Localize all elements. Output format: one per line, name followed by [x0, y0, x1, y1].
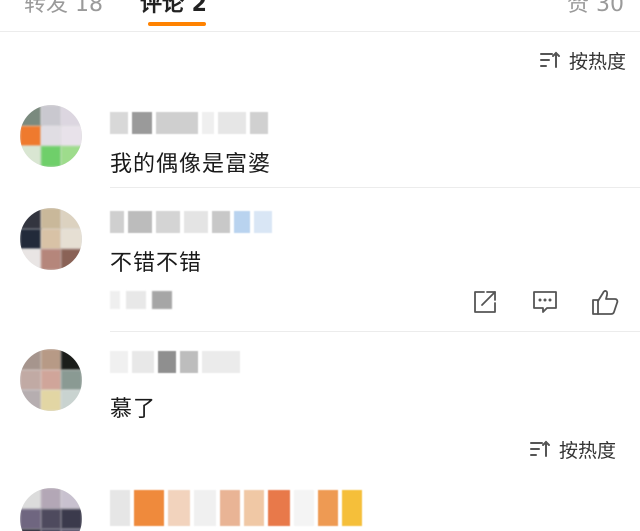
tab-likes[interactable]: 赞 30: [567, 0, 624, 18]
sort-by-hot-button[interactable]: 按热度: [529, 436, 616, 462]
username-blurred[interactable]: [110, 351, 240, 373]
sort-icon: [529, 440, 550, 457]
sort-label: 按热度: [568, 50, 626, 73]
username-blurred[interactable]: [110, 211, 272, 233]
comment-text: 不错不错: [110, 251, 203, 276]
username-blurred[interactable]: [110, 112, 268, 134]
active-tab-indicator: [148, 22, 206, 26]
tab-comments[interactable]: 评论 2: [140, 0, 207, 18]
divider: [110, 331, 640, 332]
comment-actions: [470, 287, 620, 317]
tab-repost[interactable]: 转发 18: [24, 0, 103, 18]
avatar[interactable]: [20, 208, 82, 270]
comment-tabs: 转发 18 评论 2 赞 30: [0, 0, 640, 32]
thumbs-up-icon[interactable]: [590, 287, 620, 317]
username-blurred[interactable]: [110, 490, 362, 530]
comment-text: 慕了: [110, 397, 157, 422]
sort-label: 按热度: [558, 439, 616, 462]
sort-by-hot-button[interactable]: 按热度: [539, 47, 626, 73]
avatar[interactable]: [20, 105, 82, 167]
avatar[interactable]: [20, 488, 82, 531]
share-icon[interactable]: [470, 287, 500, 317]
timestamp-blurred: [110, 291, 172, 309]
comment-icon[interactable]: [530, 287, 560, 317]
comment-text: 我的偶像是富婆: [110, 152, 272, 177]
sort-icon: [539, 51, 560, 68]
divider: [110, 187, 640, 188]
avatar[interactable]: [20, 349, 82, 411]
